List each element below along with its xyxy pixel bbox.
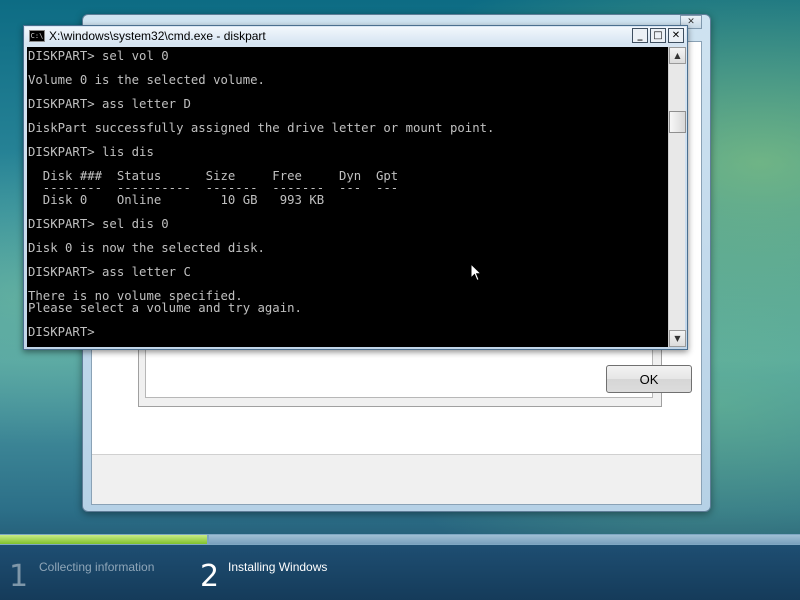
console-line: DISKPART> ass letter D	[28, 97, 191, 111]
close-button[interactable]: ✕	[668, 28, 684, 43]
console-line: Please select a volume and try again.	[28, 301, 302, 315]
step-installing-windows: 2 Installing Windows	[200, 545, 500, 600]
step-number: 2	[200, 559, 220, 594]
scroll-down-arrow-icon[interactable]: ▼	[669, 330, 686, 347]
cmd-window-title: X:\windows\system32\cmd.exe - diskpart	[49, 29, 266, 43]
console-line: DISKPART> ass letter C	[28, 265, 191, 279]
step-label: Installing Windows	[228, 560, 328, 574]
scroll-up-arrow-icon[interactable]: ▲	[669, 47, 686, 64]
ok-button[interactable]: OK	[606, 365, 692, 393]
console-output[interactable]: DISKPART> sel vol 0 Volume 0 is the sele…	[27, 47, 668, 347]
console-line: Disk 0 is now the selected disk.	[28, 241, 265, 255]
setup-steps-band: 1 Collecting information 2 Installing Wi…	[0, 545, 800, 600]
vertical-scrollbar[interactable]: ▲ ▼	[668, 47, 686, 347]
cmd-window-controls: _ □ ✕	[632, 28, 684, 43]
console-line: DISKPART> sel dis 0	[28, 217, 169, 231]
console-prompt[interactable]: DISKPART>	[28, 326, 668, 338]
progress-remaining-segment	[209, 535, 800, 544]
console-line: Disk 0 Online 10 GB 993 KB	[28, 193, 325, 207]
console-line: DISKPART> sel vol 0	[28, 49, 169, 63]
step-label: Collecting information	[39, 560, 155, 574]
setup-progress-bar	[0, 534, 800, 545]
minimize-button[interactable]: _	[632, 28, 648, 43]
console-line: DiskPart successfully assigned the drive…	[28, 121, 495, 135]
cmd-app-icon[interactable]: C:\	[29, 30, 45, 42]
progress-completed-segment	[0, 535, 207, 544]
scroll-thumb[interactable]	[669, 111, 686, 133]
mouse-pointer-icon	[470, 262, 483, 286]
setup-footer	[92, 454, 701, 504]
maximize-button[interactable]: □	[650, 28, 666, 43]
step-number: 1	[9, 559, 29, 594]
step-collecting-information: 1 Collecting information	[0, 545, 200, 600]
cmd-titlebar[interactable]: C:\ X:\windows\system32\cmd.exe - diskpa…	[25, 27, 686, 45]
console-line: Volume 0 is the selected volume.	[28, 73, 265, 87]
console-line: DISKPART> lis dis	[28, 145, 154, 159]
cmd-window: C:\ X:\windows\system32\cmd.exe - diskpa…	[23, 25, 688, 350]
